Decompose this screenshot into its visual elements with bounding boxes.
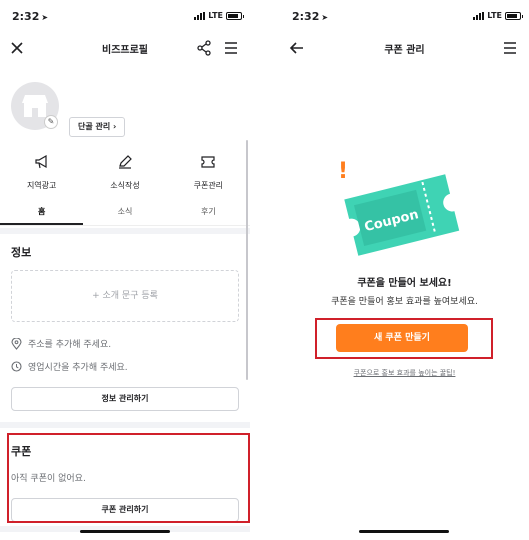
scrollbar[interactable] (246, 140, 248, 380)
status-time: 2:32 ➤ (292, 10, 329, 23)
biz-profile-screen: 2:32 ➤ LTE 비즈프로필 ✎ 단골 관리 › 지역광고 소식작성 쿠폰관리 (0, 0, 250, 540)
status-bar: 2:32 ➤ LTE (0, 0, 250, 34)
share-icon[interactable] (195, 39, 213, 57)
section-divider (0, 422, 250, 428)
home-indicator (359, 530, 449, 533)
menu-icon[interactable] (222, 39, 240, 57)
empty-state-subline: 쿠폰을 만들어 홍보 효과를 높여보세요. (331, 297, 478, 307)
network-label: LTE (208, 11, 223, 20)
battery-icon (226, 11, 244, 20)
battery-icon (505, 11, 523, 20)
coupon-manage-screen: 2:32 ➤ LTE 쿠폰 관리 ! Coupon 쿠폰을 만들어 보세요! 쿠폰… (280, 0, 529, 540)
tab-news[interactable]: 소식 (83, 200, 166, 225)
empty-state-headline: 쿠폰을 만들어 보세요! (357, 278, 452, 289)
coupon-illustration: ! Coupon (338, 159, 460, 256)
action-local-ad[interactable]: 지역광고 (0, 152, 83, 192)
edit-avatar-icon[interactable]: ✎ (44, 115, 58, 129)
nav-bar: 쿠폰 관리 (280, 34, 529, 62)
intro-add-button[interactable]: + 소개 문구 등록 (11, 270, 239, 322)
nav-bar: 비즈프로필 (0, 34, 250, 62)
screen-gap (250, 0, 280, 540)
hours-row[interactable]: 영업시간을 추가해 주세요. (11, 360, 128, 373)
section-divider (0, 228, 250, 234)
coupon-highlight-box (7, 433, 250, 523)
signal-icon (194, 11, 206, 20)
ticket-icon (201, 156, 215, 168)
svg-text:!: ! (338, 159, 348, 184)
info-manage-button[interactable]: 정보 관리하기 (11, 387, 239, 411)
create-button-highlight-box (315, 318, 493, 359)
menu-icon[interactable] (501, 39, 519, 57)
coupon-tips-link[interactable]: 쿠폰으로 홍보 효과를 높이는 꿀팁! (280, 368, 529, 378)
quick-actions: 지역광고 소식작성 쿠폰관리 (0, 152, 250, 192)
tab-home[interactable]: 홈 (0, 200, 84, 225)
signal-icon (473, 11, 485, 20)
action-coupon-manage[interactable]: 쿠폰관리 (167, 152, 250, 192)
home-indicator (80, 530, 170, 533)
action-write-news[interactable]: 소식작성 (83, 152, 166, 192)
regular-customers-button[interactable]: 단골 관리 › (69, 117, 126, 137)
profile-tabs: 홈 소식 후기 (0, 200, 250, 226)
tab-reviews[interactable]: 후기 (167, 200, 250, 225)
megaphone-icon (35, 155, 47, 169)
address-row[interactable]: 주소를 추가해 주세요. (11, 337, 111, 350)
info-title: 정보 (11, 246, 32, 259)
clock-icon (11, 361, 22, 372)
pencil-icon (118, 155, 132, 169)
network-label: LTE (487, 11, 502, 20)
status-bar: 2:32 ➤ LTE (280, 0, 529, 34)
store-icon (22, 95, 48, 117)
status-time: 2:32 ➤ (12, 10, 49, 23)
location-pin-icon (11, 337, 22, 350)
page-title: 쿠폰 관리 (384, 45, 425, 56)
